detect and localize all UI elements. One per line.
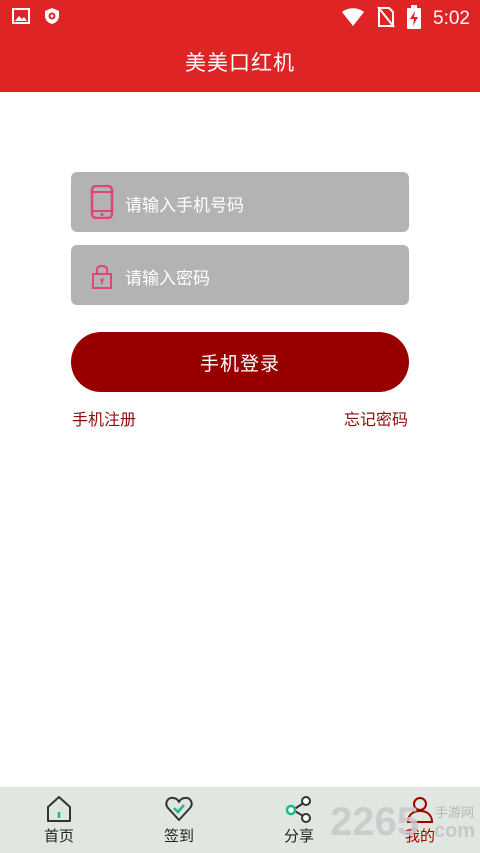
tab-home-label: 首页 xyxy=(43,827,74,845)
status-bar: 5:02 xyxy=(0,0,480,34)
share-icon xyxy=(285,795,313,823)
phone-icon xyxy=(89,184,115,220)
battery-charging-icon xyxy=(407,5,422,33)
tab-checkin[interactable]: 签到 xyxy=(139,787,219,853)
tab-checkin-label: 签到 xyxy=(163,827,194,845)
status-time: 5:02 xyxy=(433,8,470,29)
forgot-password-link[interactable]: 忘记密码 xyxy=(344,406,408,430)
tab-share[interactable]: 分享 xyxy=(259,787,339,853)
register-link[interactable]: 手机注册 xyxy=(72,406,136,430)
image-notification-icon xyxy=(12,8,30,28)
user-icon xyxy=(406,795,434,823)
tab-mine[interactable]: 我的 xyxy=(380,787,460,853)
password-field[interactable]: 请输入密码 xyxy=(71,245,409,305)
tab-share-label: 分享 xyxy=(283,827,314,845)
home-icon xyxy=(45,795,73,823)
wifi-icon xyxy=(341,7,365,31)
heart-check-icon xyxy=(165,795,193,823)
shield-notification-icon xyxy=(44,7,60,29)
phone-placeholder: 请输入手机号码 xyxy=(125,196,244,216)
password-placeholder: 请输入密码 xyxy=(125,269,210,289)
no-sim-icon xyxy=(377,6,395,32)
phone-login-button[interactable]: 手机登录 xyxy=(71,332,409,392)
bottom-tab-bar: 首页 签到 分享 我的 xyxy=(0,787,480,853)
phone-field[interactable]: 请输入手机号码 xyxy=(71,172,409,232)
tab-mine-label: 我的 xyxy=(404,827,435,845)
app-header: 5:02 美美口红机 xyxy=(0,0,480,92)
lock-icon xyxy=(89,258,115,292)
tab-home[interactable]: 首页 xyxy=(19,787,99,853)
page-title: 美美口红机 xyxy=(185,51,295,75)
